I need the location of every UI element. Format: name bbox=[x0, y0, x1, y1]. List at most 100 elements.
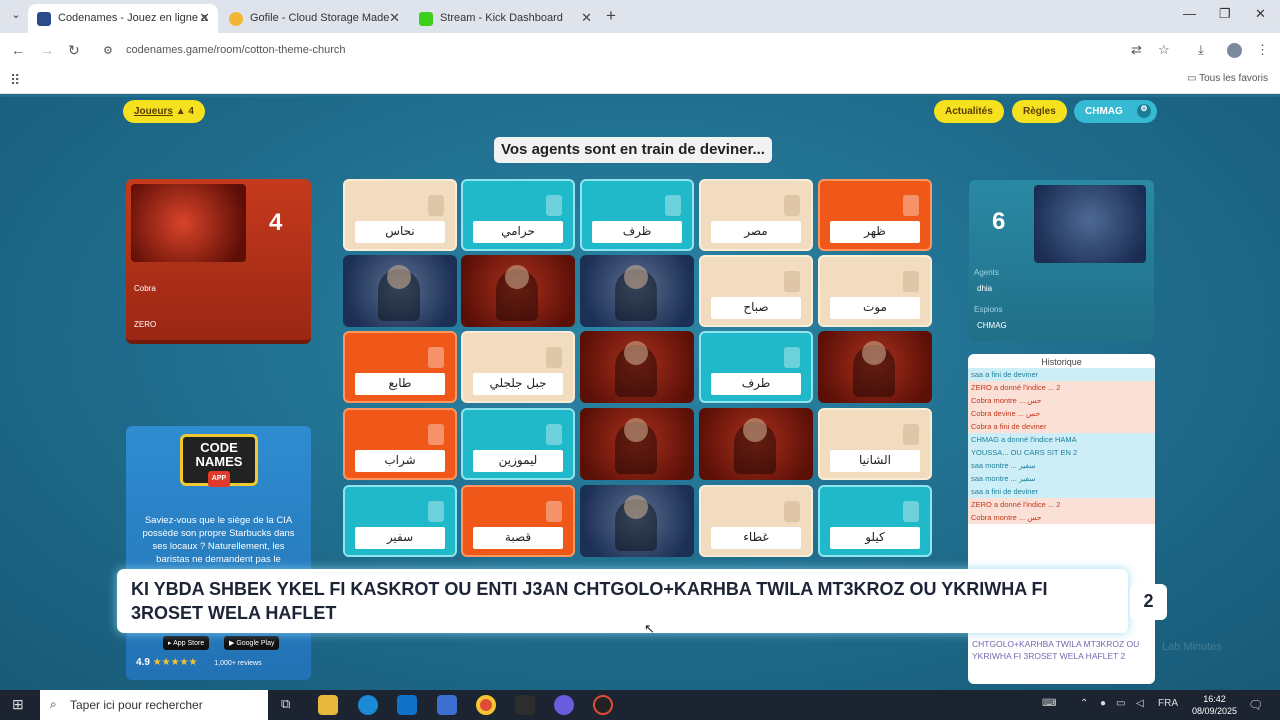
folder-icon: ▭ bbox=[1187, 73, 1200, 84]
user-label: CHMAG bbox=[1085, 106, 1123, 117]
revealed-agent-card[interactable] bbox=[580, 331, 694, 403]
tab-search-icon[interactable]: ⌄ bbox=[6, 8, 26, 26]
back-icon[interactable]: ← bbox=[11, 42, 25, 58]
url-field[interactable]: codenames.game/room/cotton-theme-church bbox=[126, 44, 346, 56]
card-tap-icon bbox=[428, 195, 444, 216]
mic-icon[interactable]: ● bbox=[1100, 698, 1106, 709]
rating-count: 1,000+ reviews bbox=[214, 660, 262, 667]
edge-icon[interactable] bbox=[358, 695, 378, 715]
card-word: كيلو bbox=[830, 527, 920, 549]
clue-overlay: KI YBDA SHBEK YKEL FI KASKROT OU ENTI J3… bbox=[117, 569, 1128, 633]
forward-icon[interactable]: → bbox=[40, 42, 54, 58]
history-row: saa montre ... سفير bbox=[968, 459, 1155, 472]
players-button[interactable]: Joueurs ▲ 4 bbox=[123, 100, 205, 123]
word-card[interactable]: ليموزين bbox=[461, 408, 575, 480]
revealed-agent-card[interactable] bbox=[699, 408, 813, 480]
word-card[interactable]: سفير bbox=[343, 485, 457, 557]
card-word: الشانيا bbox=[830, 450, 920, 472]
word-card[interactable]: كيلو bbox=[818, 485, 932, 557]
language-indicator[interactable]: FRA bbox=[1158, 698, 1178, 709]
windows-start-icon[interactable]: ⊞ bbox=[12, 696, 24, 713]
word-card[interactable]: موت bbox=[818, 255, 932, 327]
rules-button[interactable]: Règles bbox=[1012, 100, 1067, 123]
revealed-agent-card[interactable] bbox=[461, 255, 575, 327]
volume-icon[interactable]: ◁ bbox=[1136, 698, 1144, 709]
app-icon[interactable] bbox=[515, 695, 535, 715]
menu-icon[interactable]: ⋮ bbox=[1256, 42, 1269, 58]
word-card[interactable]: مصر bbox=[699, 179, 813, 251]
blue-score: 6 bbox=[992, 208, 1006, 235]
revealed-agent-card[interactable] bbox=[580, 485, 694, 557]
history-row: Cobra devine ... حس bbox=[968, 407, 1155, 420]
history-row: YOUSSA... OU CARS SIT EN 2 bbox=[968, 446, 1155, 459]
card-tap-icon bbox=[428, 424, 444, 445]
new-tab-icon[interactable]: + bbox=[606, 6, 616, 26]
chrome-icon[interactable] bbox=[476, 695, 496, 715]
bookmark-star-icon[interactable]: ☆ bbox=[1158, 42, 1170, 58]
clue-text: KI YBDA SHBEK YKEL FI KASKROT OU ENTI J3… bbox=[131, 579, 1048, 623]
rating-value: 4.9 bbox=[136, 657, 150, 668]
minimize-icon[interactable]: — bbox=[1183, 6, 1196, 21]
reload-icon[interactable]: ↻ bbox=[68, 42, 80, 59]
card-tap-icon bbox=[903, 424, 919, 445]
close-tab-icon[interactable]: ✕ bbox=[389, 10, 400, 26]
apps-grid-icon[interactable]: ⠿ bbox=[10, 72, 20, 89]
word-card[interactable]: شراب bbox=[343, 408, 457, 480]
clock-time: 16:42 bbox=[1203, 694, 1226, 704]
tab-kick[interactable]: Stream - Kick Dashboard ✕ bbox=[410, 4, 600, 33]
site-info-icon[interactable]: ⚙ bbox=[103, 44, 113, 57]
word-card[interactable]: طرف bbox=[699, 331, 813, 403]
google-play-button[interactable]: ▶ Google Play bbox=[224, 636, 280, 650]
user-settings-icon: ⚙ bbox=[1137, 104, 1151, 118]
word-card[interactable]: قصبة bbox=[461, 485, 575, 557]
outlook-icon[interactable] bbox=[397, 695, 417, 715]
download-icon[interactable]: ⤓ bbox=[1198, 42, 1204, 58]
blue-spymaster: CHMAG bbox=[977, 321, 1007, 330]
keyboard-icon[interactable]: ⌨ bbox=[1042, 698, 1056, 709]
players-label: Joueurs bbox=[134, 106, 173, 117]
word-card[interactable]: نحاس bbox=[343, 179, 457, 251]
word-card[interactable]: ظهر bbox=[818, 179, 932, 251]
history-row: Cobra a fini de deviner bbox=[968, 420, 1155, 433]
word-card[interactable]: غطاء bbox=[699, 485, 813, 557]
clock-date: 08/09/2025 bbox=[1192, 706, 1238, 716]
notifications-icon[interactable]: 🗨 bbox=[1248, 698, 1263, 712]
obs-icon[interactable] bbox=[593, 695, 613, 715]
gofile-favicon-icon bbox=[229, 12, 243, 26]
all-bookmarks[interactable]: ▭ Tous les favoris bbox=[1187, 73, 1268, 84]
tab-title: Codenames - Jouez en ligne a bbox=[58, 12, 208, 24]
revealed-agent-card[interactable] bbox=[343, 255, 457, 327]
translate-icon[interactable]: ⇄ bbox=[1131, 42, 1142, 58]
discord-icon[interactable] bbox=[554, 695, 574, 715]
close-tab-icon[interactable]: ✕ bbox=[199, 10, 210, 26]
user-button[interactable]: CHMAG ⚙ bbox=[1074, 100, 1157, 123]
blue-team-panel: 6 Agents dhia Espions CHMAG bbox=[969, 180, 1154, 342]
clock[interactable]: 16:42 08/09/2025 bbox=[1192, 693, 1237, 717]
revealed-agent-card[interactable] bbox=[580, 408, 694, 480]
file-explorer-icon[interactable] bbox=[318, 695, 338, 715]
profile-avatar[interactable] bbox=[1227, 43, 1242, 58]
word-card[interactable]: ظرف bbox=[580, 179, 694, 251]
word-card[interactable]: جبل جلجلي bbox=[461, 331, 575, 403]
news-button[interactable]: Actualités bbox=[934, 100, 1004, 123]
word-card[interactable]: صباح bbox=[699, 255, 813, 327]
word-card[interactable]: الشانيا bbox=[818, 408, 932, 480]
taskbar-search[interactable]: ⌕ Taper ici pour rechercher bbox=[40, 690, 268, 720]
word-card[interactable]: حرامي bbox=[461, 179, 575, 251]
app-store-button[interactable]: ▸ App Store bbox=[163, 636, 210, 650]
card-word: سفير bbox=[355, 527, 445, 549]
network-icon[interactable]: ▭ bbox=[1116, 698, 1125, 709]
word-card[interactable]: طابع bbox=[343, 331, 457, 403]
task-view-icon[interactable]: ⧉ bbox=[281, 696, 290, 712]
close-window-icon[interactable]: ✕ bbox=[1255, 6, 1266, 22]
revealed-agent-card[interactable] bbox=[818, 331, 932, 403]
history-row: saa montre ... سفير bbox=[968, 472, 1155, 485]
close-tab-icon[interactable]: ✕ bbox=[581, 10, 592, 26]
tray-chevron-icon[interactable]: ⌃ bbox=[1080, 698, 1088, 709]
maximize-icon[interactable]: ❐ bbox=[1219, 6, 1231, 22]
tab-codenames[interactable]: Codenames - Jouez en ligne a ✕ bbox=[28, 4, 218, 33]
tab-gofile[interactable]: Gofile - Cloud Storage Made ✕ bbox=[220, 4, 408, 33]
revealed-agent-card[interactable] bbox=[580, 255, 694, 327]
store-icon[interactable] bbox=[437, 695, 457, 715]
card-tap-icon bbox=[428, 347, 444, 368]
